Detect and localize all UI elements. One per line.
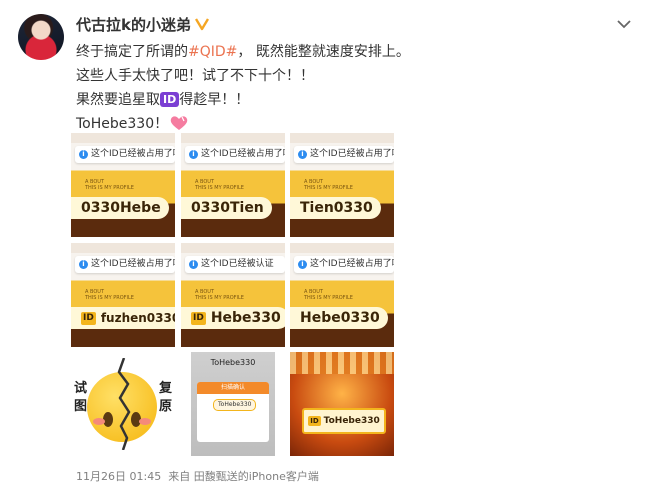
emoji-cheek [93, 418, 105, 425]
id-text: Hebe330 [210, 310, 281, 326]
info-icon: i [79, 260, 88, 269]
post-text: 得趁早！！ [179, 92, 250, 108]
dialog-id-pill: ToHebe330 [213, 399, 257, 411]
notice-toast: i 这个ID已经被占用了哦 [294, 146, 394, 163]
about-label: A BOUT THIS IS MY PROFILE [85, 179, 134, 191]
phone-screen: ToHebe330 扫描确认 ToHebe330 [191, 352, 275, 456]
image-thumb-9[interactable]: ID ToHebe330 [290, 352, 394, 456]
notice-text: 这个ID已经被占用了哦 [201, 149, 285, 159]
image-thumb-3[interactable]: i 这个ID已经被占用了哦 A BOUT THIS IS MY PROFILE T… [290, 133, 394, 237]
image-thumb-5[interactable]: i 这个ID已经被认证 A BOUT THIS IS MY PROFILE ID H… [181, 243, 285, 347]
status-bar [71, 243, 175, 253]
source-prefix: 来自 [168, 470, 191, 483]
id-logo-icon: ID [191, 312, 206, 325]
weibo-post-card: 代古拉k的小迷弟 终于搞定了所谓的#QID#， 既然能整就速度安排上。 这些人手… [0, 0, 650, 501]
notice-toast: i 这个ID已经被占用了哦 [75, 256, 175, 273]
id-box: Hebe0330 [290, 307, 388, 329]
notice-toast: i 这个ID已经被认证 [185, 256, 285, 273]
id-box: ID Hebe330 [181, 307, 285, 329]
emoji-right-text: 复原 [159, 381, 173, 414]
about-label: A BOUT THIS IS MY PROFILE [195, 179, 244, 191]
notice-text: 这个ID已经被占用了哦 [310, 259, 394, 269]
chevron-down-icon[interactable] [616, 18, 632, 30]
id-badge-emoji: ID [160, 92, 180, 107]
image-thumb-8[interactable]: ToHebe330 扫描确认 ToHebe330 [181, 352, 285, 456]
notice-text: 这个ID已经被认证 [201, 259, 274, 269]
about-label: A BOUT THIS IS MY PROFILE [304, 289, 353, 301]
status-bar [71, 133, 175, 143]
id-text: 0330Hebe [81, 200, 161, 216]
id-logo-icon: ID [81, 312, 96, 325]
image-thumb-6[interactable]: i 这个ID已经被占用了哦 A BOUT THIS IS MY PROFILE H… [290, 243, 394, 347]
image-thumb-7[interactable]: 试图 复原 [71, 352, 175, 456]
plate-text: ToHebe330 [323, 416, 380, 426]
image-thumb-1[interactable]: i 这个ID已经被占用了哦 A BOUT THIS IS MY PROFILE 0… [71, 133, 175, 237]
id-box: 0330Hebe [71, 197, 169, 219]
notice-text: 这个ID已经被占用了哦 [310, 149, 394, 159]
id-plate: ID ToHebe330 [302, 408, 386, 434]
id-text: 0330Tien [191, 200, 264, 216]
source-link[interactable]: 田馥甄送的iPhone客户端 [194, 470, 319, 483]
image-thumb-4[interactable]: i 这个ID已经被占用了哦 A BOUT THIS IS MY PROFILE I… [71, 243, 175, 347]
post-line-3: 果然要追星取 ID 得趁早！！ [76, 88, 410, 112]
info-icon: i [298, 150, 307, 159]
info-icon: i [189, 260, 198, 269]
confirm-dialog: 扫描确认 ToHebe330 [197, 382, 269, 442]
user-name-text[interactable]: 代古拉k的小迷弟 [76, 16, 191, 34]
emoji-cheek [139, 418, 151, 425]
notice-toast: i 这个ID已经被占用了哦 [185, 146, 285, 163]
info-icon: i [298, 260, 307, 269]
notice-text: 这个ID已经被占用了哦 [91, 149, 175, 159]
crack-icon [117, 358, 131, 450]
id-box: 0330Tien [181, 197, 272, 219]
verified-badge-icon [194, 18, 209, 31]
timestamp-link[interactable]: 11月26日 01:45 [76, 470, 161, 483]
stage-lights [290, 352, 394, 374]
user-avatar[interactable] [18, 14, 64, 60]
id-text: fuzhen0330 [100, 311, 175, 325]
id-logo-icon: ID [308, 416, 321, 426]
hashtag-link[interactable]: #QID# [188, 44, 237, 60]
id-text: Tien0330 [300, 200, 373, 216]
post-meta: 11月26日 01:45 来自 田馥甄送的iPhone客户端 [76, 468, 319, 484]
post-text: 终于搞定了所谓的 [76, 44, 188, 60]
post-text: ， 既然能整就速度安排上。 [237, 44, 410, 60]
image-thumb-2[interactable]: i 这个ID已经被占用了哦 A BOUT THIS IS MY PROFILE 0… [181, 133, 285, 237]
info-icon: i [189, 150, 198, 159]
user-name-link[interactable]: 代古拉k的小迷弟 [76, 14, 209, 35]
notice-toast: i 这个ID已经被占用了哦 [75, 146, 175, 163]
post-line-2: 这些人手太快了吧！试了不下十个！！ [76, 68, 314, 84]
about-label: A BOUT THIS IS MY PROFILE [195, 289, 244, 301]
about-label: A BOUT THIS IS MY PROFILE [85, 289, 134, 301]
heart-icon [170, 116, 188, 130]
status-bar [290, 133, 394, 143]
id-text: Hebe0330 [300, 310, 380, 326]
dialog-header: 扫描确认 [197, 382, 269, 394]
post-body: 终于搞定了所谓的#QID#， 既然能整就速度安排上。 这些人手太快了吧！试了不下… [76, 40, 410, 136]
info-icon: i [79, 150, 88, 159]
status-bar [181, 243, 285, 253]
status-bar [181, 133, 285, 143]
notice-toast: i 这个ID已经被占用了哦 [294, 256, 394, 273]
emoji-left-text: 试图 [74, 381, 88, 414]
post-line-1: 终于搞定了所谓的#QID#， 既然能整就速度安排上。 [76, 40, 410, 64]
status-bar [290, 243, 394, 253]
image-grid: i 这个ID已经被占用了哦 A BOUT THIS IS MY PROFILE 0… [71, 133, 395, 456]
id-box: ID fuzhen0330 [71, 307, 175, 329]
notice-text: 这个ID已经被占用了哦 [91, 259, 175, 269]
post-text: 果然要追星取 [76, 92, 160, 108]
phone-title: ToHebe330 [210, 358, 256, 367]
id-box: Tien0330 [290, 197, 381, 219]
post-text: ToHebe330！ [76, 116, 169, 132]
about-label: A BOUT THIS IS MY PROFILE [304, 179, 353, 191]
